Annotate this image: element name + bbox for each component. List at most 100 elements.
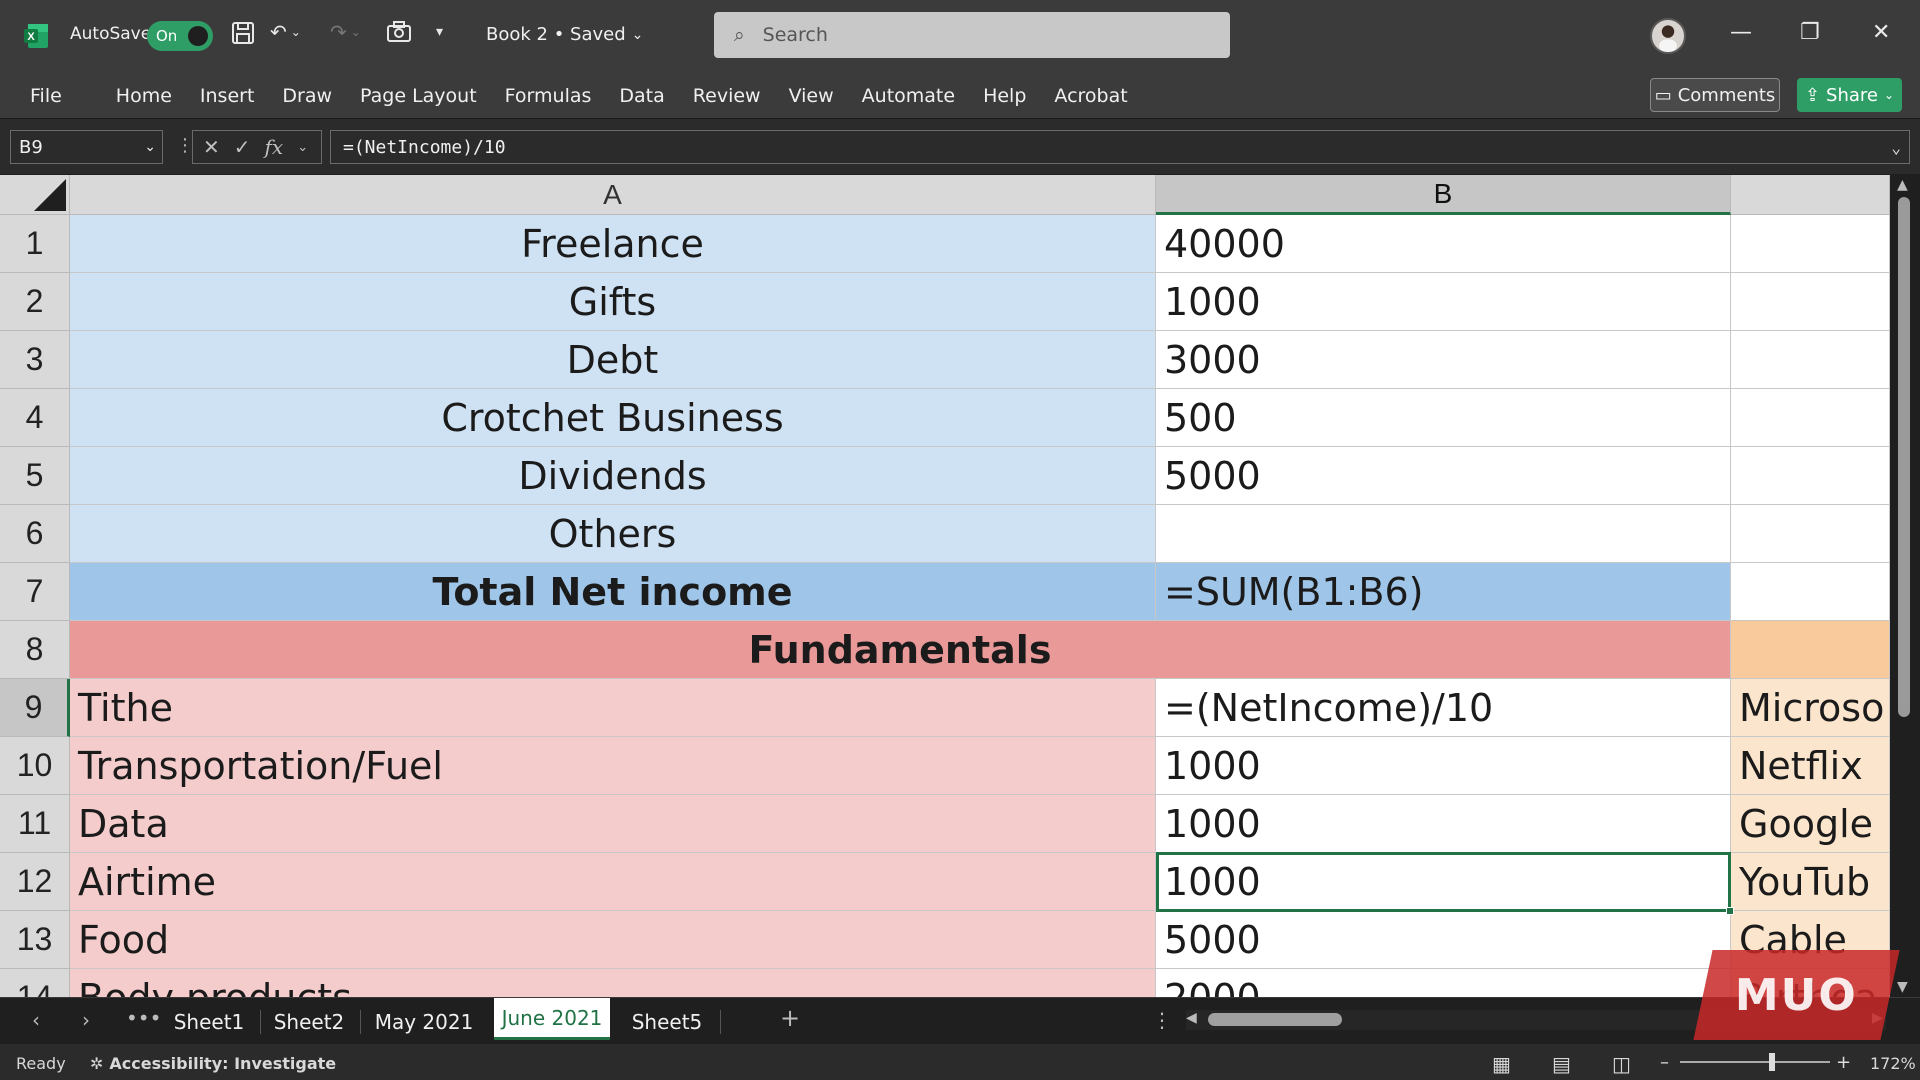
add-sheet-icon[interactable]: + — [780, 1004, 800, 1032]
cell-b[interactable]: 1000 — [1156, 795, 1731, 853]
row-header[interactable]: 8 — [0, 621, 70, 679]
zoom-out-icon[interactable]: – — [1660, 1052, 1669, 1073]
tab-acrobat[interactable]: Acrobat — [1040, 84, 1141, 108]
row-header[interactable]: 9 — [0, 679, 70, 737]
sheet-tab-june-2021[interactable]: June 2021 — [494, 998, 610, 1040]
cell-c[interactable] — [1731, 505, 1890, 563]
cell-a[interactable]: Others — [70, 505, 1156, 563]
cell-b[interactable] — [1156, 505, 1731, 563]
merged-header-cell[interactable]: Fundamentals — [70, 621, 1731, 679]
minimize-icon[interactable]: — — [1730, 20, 1752, 45]
cell-c[interactable] — [1731, 389, 1890, 447]
accessibility-status[interactable]: ✲ Accessibility: Investigate — [90, 1054, 336, 1073]
redo-icon[interactable]: ↷ ⌄ — [330, 20, 361, 44]
camera-icon[interactable] — [386, 20, 412, 44]
zoom-level[interactable]: 172% — [1870, 1054, 1916, 1073]
tab-data[interactable]: Data — [605, 84, 678, 108]
row-header[interactable]: 7 — [0, 563, 70, 621]
tab-formulas[interactable]: Formulas — [491, 84, 606, 108]
cell-c[interactable]: Netflix — [1731, 737, 1890, 795]
autosave-toggle[interactable]: On — [147, 21, 213, 51]
scroll-left-icon[interactable]: ◀ — [1186, 1010, 1197, 1026]
sheet-tab-sheet5[interactable]: Sheet5 — [622, 1006, 712, 1038]
tab-home[interactable]: Home — [102, 84, 186, 108]
cell-a[interactable]: Debt — [70, 331, 1156, 389]
cell-b[interactable]: 3000 — [1156, 331, 1731, 389]
cell-a[interactable]: Body products — [70, 969, 1156, 997]
cell-a[interactable]: Crotchet Business — [70, 389, 1156, 447]
vertical-scrollbar[interactable]: ▲ ▼ — [1890, 175, 1920, 997]
tab-page-layout[interactable]: Page Layout — [346, 84, 491, 108]
cell-b[interactable]: 1000 — [1156, 737, 1731, 795]
cell-c[interactable]: Google — [1731, 795, 1890, 853]
vertical-scroll-thumb[interactable] — [1898, 197, 1910, 717]
insert-function-icon[interactable]: fx — [265, 135, 284, 159]
row-header[interactable]: 4 — [0, 389, 70, 447]
row-header[interactable]: 3 — [0, 331, 70, 389]
next-sheet-icon[interactable]: › — [82, 1008, 90, 1032]
cell-c[interactable] — [1731, 215, 1890, 273]
cell-b[interactable]: =SUM(B1:B6) — [1156, 563, 1731, 621]
column-header-a[interactable]: A — [70, 175, 1156, 215]
cell-c[interactable] — [1731, 331, 1890, 389]
cell-a[interactable]: Transportation/Fuel — [70, 737, 1156, 795]
name-box[interactable]: B9 ⌄ — [10, 130, 163, 164]
sheet-tab-sheet2[interactable]: Sheet2 — [268, 1006, 350, 1038]
tab-insert[interactable]: Insert — [186, 84, 269, 108]
undo-icon[interactable]: ↶ ⌄ — [270, 20, 301, 44]
horizontal-scroll-thumb[interactable] — [1208, 1013, 1342, 1026]
formula-input[interactable]: =(NetIncome)/10 ⌄ — [330, 130, 1910, 164]
tab-review[interactable]: Review — [679, 84, 775, 108]
zoom-in-icon[interactable]: + — [1836, 1052, 1851, 1073]
tab-view[interactable]: View — [775, 84, 848, 108]
prev-sheet-icon[interactable]: ‹ — [32, 1008, 40, 1032]
cell-a[interactable]: Gifts — [70, 273, 1156, 331]
cell-a[interactable]: Airtime — [70, 853, 1156, 911]
page-layout-view-icon[interactable]: ▤ — [1552, 1052, 1571, 1076]
sheet-tab-may-2021[interactable]: May 2021 — [368, 1006, 480, 1038]
cell-b[interactable]: 5000 — [1156, 447, 1731, 505]
row-header[interactable]: 2 — [0, 273, 70, 331]
cancel-icon[interactable]: ✕ — [203, 135, 220, 159]
zoom-slider-knob[interactable] — [1769, 1053, 1775, 1071]
cell-a[interactable]: Data — [70, 795, 1156, 853]
cell-a[interactable]: Tithe — [70, 679, 1156, 737]
save-icon[interactable] — [230, 20, 256, 46]
tab-automate[interactable]: Automate — [848, 84, 969, 108]
scroll-down-icon[interactable]: ▼ — [1897, 979, 1908, 995]
column-header-c[interactable] — [1731, 175, 1890, 215]
more-sheets-icon[interactable]: ••• — [126, 1006, 161, 1030]
zoom-slider[interactable] — [1680, 1061, 1830, 1063]
tab-help[interactable]: Help — [969, 84, 1040, 108]
cell-b[interactable]: =(NetIncome)/10 — [1156, 679, 1731, 737]
row-header[interactable]: 1 — [0, 215, 70, 273]
row-header[interactable]: 13 — [0, 911, 70, 969]
cell-c[interactable] — [1731, 563, 1890, 621]
cell-a[interactable]: Food — [70, 911, 1156, 969]
document-title[interactable]: Book 2 • Saved ⌄ — [486, 24, 643, 45]
chevron-down-icon[interactable]: ⌄ — [297, 140, 308, 155]
cell-b[interactable]: 5000 — [1156, 911, 1731, 969]
sheet-tab-sheet1[interactable]: Sheet1 — [168, 1006, 250, 1038]
cell-c[interactable] — [1731, 621, 1890, 679]
cell-b[interactable]: 40000 — [1156, 215, 1731, 273]
cell-a[interactable]: Freelance — [70, 215, 1156, 273]
row-header[interactable]: 5 — [0, 447, 70, 505]
cell-a[interactable]: Dividends — [70, 447, 1156, 505]
page-break-view-icon[interactable]: ◫ — [1612, 1052, 1631, 1076]
scroll-up-icon[interactable]: ▲ — [1897, 177, 1908, 193]
row-header[interactable]: 6 — [0, 505, 70, 563]
cell-b[interactable]: 1000 — [1156, 273, 1731, 331]
normal-view-icon[interactable]: ▦ — [1492, 1052, 1511, 1076]
cell-a[interactable]: Total Net income — [70, 563, 1156, 621]
cell-c[interactable]: YouTub — [1731, 853, 1890, 911]
tab-draw[interactable]: Draw — [268, 84, 346, 108]
row-header[interactable]: 12 — [0, 853, 70, 911]
enter-icon[interactable]: ✓ — [234, 135, 251, 159]
cell-c[interactable] — [1731, 273, 1890, 331]
share-button[interactable]: ⇪ Share ⌄ — [1797, 78, 1902, 112]
expand-formula-bar-icon[interactable]: ⌄ — [1891, 138, 1901, 157]
cell-c[interactable] — [1731, 447, 1890, 505]
fill-handle[interactable] — [1726, 907, 1734, 915]
row-header[interactable]: 10 — [0, 737, 70, 795]
